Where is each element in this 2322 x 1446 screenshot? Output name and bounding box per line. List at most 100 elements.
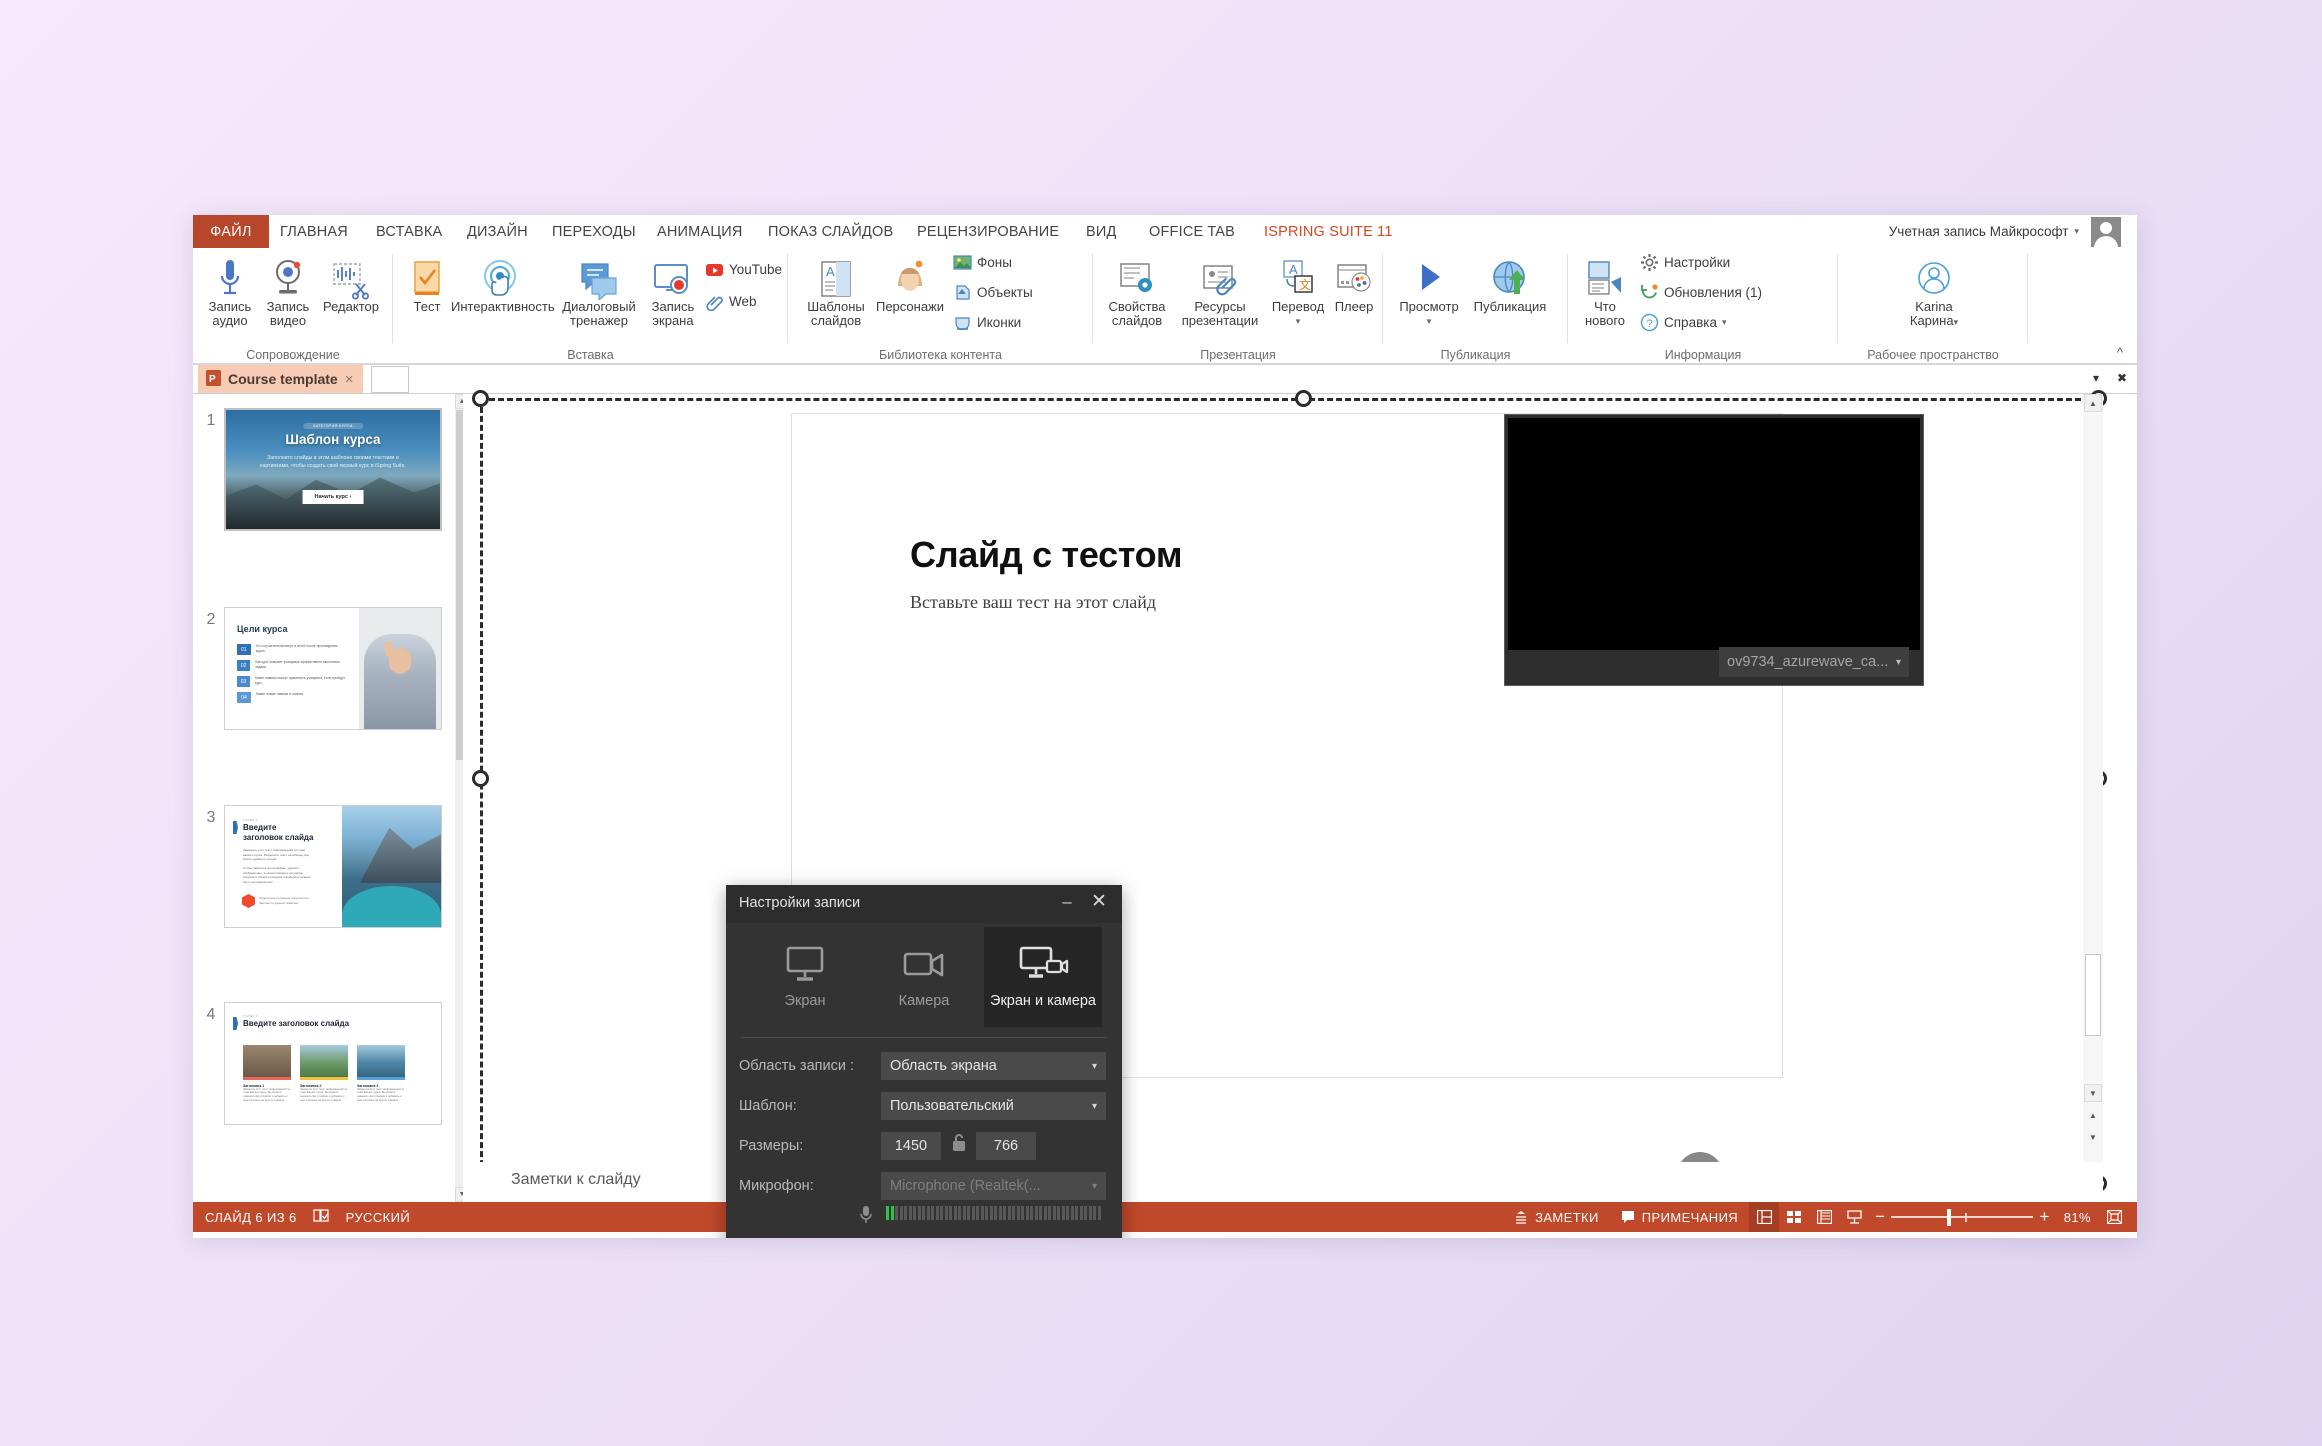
ribbon-tab-home[interactable]: ГЛАВНАЯ: [269, 215, 359, 248]
scroll-up-icon[interactable]: ▲: [455, 394, 463, 409]
canvas-scrollbar[interactable]: ▲ ▼ ▲ ▼: [2083, 394, 2103, 1202]
slide-subtitle[interactable]: Вставьте ваш тест на этот слайд: [910, 592, 1156, 613]
camera-preview[interactable]: ov9734_azurewave_ca... ▾: [1504, 414, 1924, 686]
zoom-out-button[interactable]: −: [1869, 1202, 1891, 1232]
ribbon-tab-slideshow[interactable]: ПОКАЗ СЛАЙДОВ: [757, 215, 904, 248]
language-indicator[interactable]: РУССКИЙ: [346, 1210, 410, 1225]
slide-thumbnail-2[interactable]: Цели курса 01 Что слушатели вынесут в ит…: [224, 607, 442, 730]
quiz-button[interactable]: Тест: [403, 254, 451, 314]
settings-button[interactable]: Настройки: [1640, 253, 1730, 272]
ribbon-tab-animation[interactable]: АНИМАЦИЯ: [646, 215, 754, 248]
ribbon-tab-design[interactable]: ДИЗАЙН: [456, 215, 539, 248]
thumbnail-row[interactable]: 4 ГЛАВА 1 Введите заголовок слайда Загол…: [201, 1002, 451, 1127]
microsoft-account[interactable]: Учетная запись Майкрософт ▾: [1889, 215, 2079, 248]
resize-handle-top-center[interactable]: [1295, 390, 1312, 407]
ribbon-tab-file[interactable]: ФАЙЛ: [193, 215, 269, 248]
recording-area-select[interactable]: Область экрана ▾: [881, 1052, 1106, 1080]
notes-pane[interactable]: Заметки к слайду: [470, 1162, 2103, 1202]
resize-handle-top-left[interactable]: [472, 390, 489, 407]
dialog-header[interactable]: Настройки записи – ✕: [726, 885, 1122, 923]
preview-button[interactable]: Просмотр ▾: [1393, 254, 1465, 328]
publish-button[interactable]: Публикация: [1465, 254, 1555, 314]
mode-screen[interactable]: Экран: [746, 927, 864, 1027]
thumbnail-row[interactable]: 1 КАТЕГОРИЯ КУРСА Шаблон курса Заполните…: [201, 408, 451, 533]
web-object-button[interactable]: Web: [705, 292, 757, 312]
player-button[interactable]: Плеер: [1329, 254, 1379, 314]
microphone-select[interactable]: Microphone (Realtek(... ▾: [881, 1172, 1106, 1200]
slide-thumbnail-4[interactable]: ГЛАВА 1 Введите заголовок слайда Заголов…: [224, 1002, 442, 1125]
backgrounds-button[interactable]: Фоны: [953, 253, 1012, 272]
scroll-up-icon[interactable]: ▲: [2084, 394, 2102, 412]
chevron-down-icon[interactable]: ▾: [2085, 367, 2107, 389]
presentation-resources-button[interactable]: Ресурсы презентации: [1173, 254, 1267, 328]
collapse-ribbon-button[interactable]: ^: [2117, 345, 2123, 360]
normal-view-button[interactable]: [1749, 1202, 1780, 1232]
thumbnails-scrollbar[interactable]: ▲ ▼: [455, 394, 463, 1202]
thumbnail-row[interactable]: 3 ГЛАВА 1 Введите заголовок слайда Замен…: [201, 805, 451, 930]
close-icon[interactable]: ×: [345, 371, 354, 388]
whats-new-button[interactable]: Что нового: [1576, 254, 1634, 328]
slide-title[interactable]: Слайд с тестом: [910, 534, 1183, 576]
scroll-down-icon[interactable]: ▼: [2084, 1084, 2102, 1102]
scrollbar-thumb[interactable]: [456, 410, 463, 760]
slideshow-button[interactable]: [1839, 1202, 1869, 1232]
updates-button[interactable]: Обновления (1): [1640, 283, 1762, 302]
editor-button[interactable]: Редактор: [317, 254, 385, 314]
ribbon-tab-transitions[interactable]: ПЕРЕХОДЫ: [541, 215, 647, 248]
height-input[interactable]: 766: [976, 1132, 1036, 1160]
dialog-simulation-button[interactable]: Диалоговый тренажер: [553, 254, 645, 328]
avatar[interactable]: [2091, 217, 2121, 247]
ribbon-tab-review[interactable]: РЕЦЕНЗИРОВАНИЕ: [906, 215, 1070, 248]
interaction-button[interactable]: Интерактивность: [451, 254, 555, 314]
new-tab-button[interactable]: [371, 366, 409, 393]
slide-templates-button[interactable]: A Шаблоны слайдов: [800, 254, 872, 328]
mode-screen-and-camera[interactable]: Экран и камера: [984, 927, 1102, 1027]
screen-record-button[interactable]: Запись экрана: [645, 254, 701, 328]
width-input[interactable]: 1450: [881, 1132, 941, 1160]
workspace-account-button[interactable]: Karina Карина▾: [1880, 254, 1988, 329]
icons-button[interactable]: Иконки: [953, 313, 1021, 332]
comments-toggle[interactable]: ПРИМЕЧАНИЯ: [1610, 1202, 1749, 1232]
ribbon-tab-ispring-suite[interactable]: ISPRING SUITE 11: [1253, 215, 1404, 248]
slide-sorter-button[interactable]: [1779, 1202, 1809, 1232]
thumbnail-row[interactable]: 2 Цели курса 01 Что слушатели вынесут в …: [201, 607, 451, 732]
slide-thumbnails-panel[interactable]: 1 КАТЕГОРИЯ КУРСА Шаблон курса Заполните…: [193, 394, 463, 1202]
slide-thumbnail-1[interactable]: КАТЕГОРИЯ КУРСА Шаблон курса Заполните с…: [224, 408, 442, 531]
objects-button[interactable]: Объекты: [953, 283, 1033, 302]
resize-handle-middle-left[interactable]: [472, 770, 489, 787]
previous-slide-icon[interactable]: ▲: [2084, 1106, 2102, 1124]
zoom-slider[interactable]: [1891, 1202, 2034, 1232]
notes-toggle[interactable]: ЗАМЕТКИ: [1503, 1202, 1610, 1232]
zoom-in-button[interactable]: +: [2033, 1202, 2055, 1232]
document-tab-course-template[interactable]: P Course template ×: [198, 365, 364, 393]
close-icon[interactable]: ✖: [2111, 367, 2133, 389]
mode-camera[interactable]: Камера: [865, 927, 983, 1027]
minimize-icon[interactable]: –: [1056, 891, 1078, 913]
youtube-button[interactable]: YouTube: [705, 260, 782, 279]
slide-thumbnail-3[interactable]: ГЛАВА 1 Введите заголовок слайда Заменит…: [224, 805, 442, 928]
spellcheck-icon[interactable]: [313, 1208, 330, 1226]
camera-device-select[interactable]: ov9734_azurewave_ca... ▾: [1719, 647, 1909, 677]
next-slide-icon[interactable]: ▼: [2084, 1128, 2102, 1146]
record-audio-button[interactable]: Запись аудио: [201, 254, 259, 328]
help-button[interactable]: ? Справка ▾: [1640, 313, 1727, 332]
scroll-down-icon[interactable]: ▼: [455, 1187, 463, 1202]
recording-settings-dialog[interactable]: Настройки записи – ✕ Экран Камера Экран …: [726, 885, 1122, 1238]
unlock-icon[interactable]: [951, 1132, 967, 1157]
translate-button[interactable]: A 文 Перевод ▾: [1267, 254, 1329, 328]
slide-properties-button[interactable]: Свойства слайдов: [1101, 254, 1173, 328]
ribbon-tab-view[interactable]: ВИД: [1075, 215, 1128, 248]
record-video-button[interactable]: Запись видео: [259, 254, 317, 328]
ribbon-tab-office-tab[interactable]: OFFICE TAB: [1138, 215, 1246, 248]
zoom-slider-handle[interactable]: [1947, 1208, 1952, 1226]
characters-button[interactable]: Персонажи: [872, 254, 948, 314]
scrollbar-thumb[interactable]: [2085, 954, 2101, 1036]
template-select[interactable]: Пользовательский ▾: [881, 1092, 1106, 1120]
fit-slide-button[interactable]: [2099, 1202, 2129, 1232]
slide-canvas[interactable]: Слайд с тестом Вставьте ваш тест на этот…: [470, 390, 2107, 1202]
reading-view-button[interactable]: [1809, 1202, 1839, 1232]
close-icon[interactable]: ✕: [1088, 890, 1110, 912]
ribbon-tab-insert[interactable]: ВСТАВКА: [365, 215, 453, 248]
zoom-percent[interactable]: 81%: [2056, 1202, 2099, 1232]
slide-counter[interactable]: СЛАЙД 6 ИЗ 6: [205, 1210, 297, 1225]
